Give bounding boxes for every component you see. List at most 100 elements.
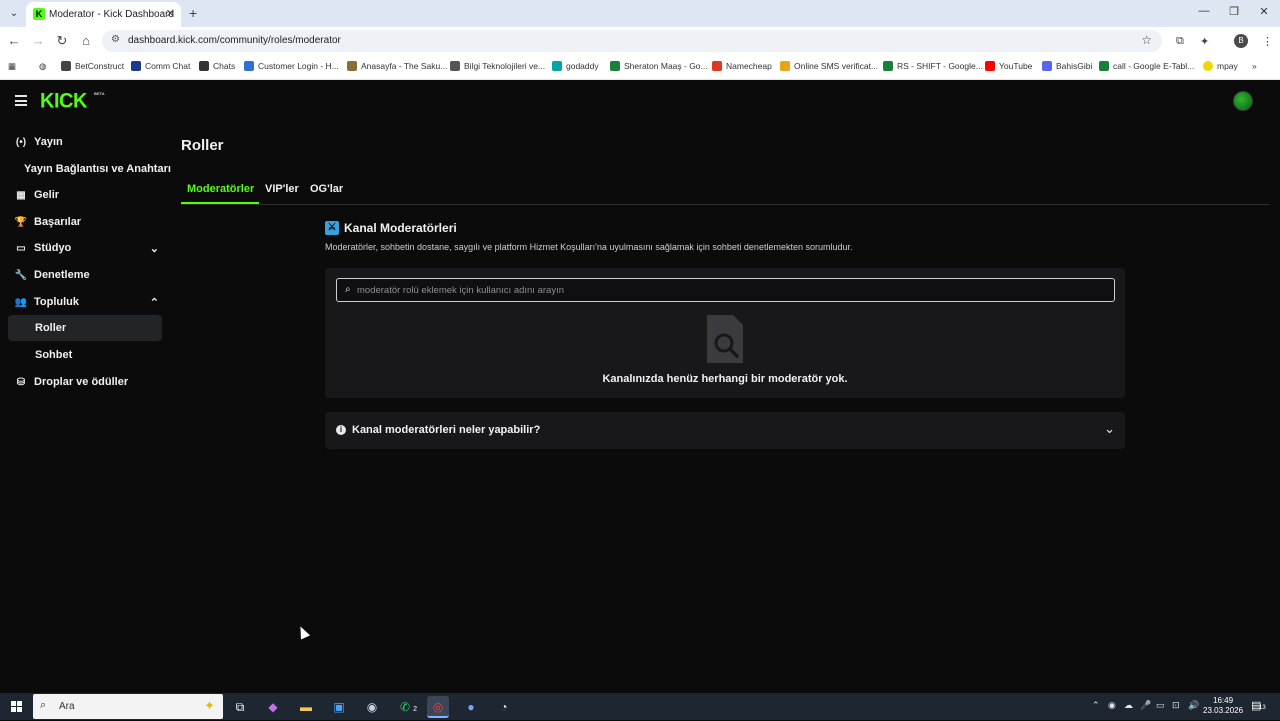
bookmark-item[interactable]: RS - SHIFT - Google...: [883, 61, 983, 71]
restore-button[interactable]: ❐: [1227, 5, 1241, 18]
sidebar-item-label: Droplar ve ödüller: [34, 376, 129, 388]
task-view-icon[interactable]: ⧉: [229, 696, 251, 718]
clock-date: 23.03.2026: [1203, 706, 1244, 715]
bookmark-item[interactable]: Chats: [199, 61, 235, 71]
search-icon: ⌕: [345, 284, 351, 295]
taskbar-clock[interactable]: 16:49 23.03.2026: [1203, 696, 1243, 716]
bookmark-item[interactable]: Comm Chat: [131, 61, 190, 71]
sidebar-item-droplar[interactable]: ⛁ Droplar ve ödüller: [8, 369, 162, 395]
bookmark-chrome-icon[interactable]: ◍: [39, 61, 46, 72]
bookmark-item[interactable]: Sheraton Maaş - Go...: [610, 61, 708, 71]
moderator-search-field[interactable]: ⌕: [336, 278, 1115, 302]
chevron-down-icon[interactable]: ⌄: [1104, 421, 1115, 437]
sidebar-item-label: Yayın: [34, 136, 63, 148]
whatsapp-icon[interactable]: ✆ 2: [394, 696, 417, 718]
bookmark-item[interactable]: Customer Login - H...: [244, 61, 339, 71]
tab-moderators[interactable]: Moderatörler: [187, 183, 254, 195]
section-title: Kanal Moderatörleri: [344, 221, 457, 235]
empty-search-document-icon: [707, 315, 743, 363]
reload-icon[interactable]: ↻: [54, 33, 70, 49]
onedrive-icon[interactable]: ☁: [1124, 700, 1133, 711]
chevron-down-icon[interactable]: ⌄: [150, 242, 159, 255]
sidebar-item-stream-key[interactable]: Yayın Bağlantısı ve Anahtarı: [0, 156, 172, 182]
copilot-icon[interactable]: ◆: [262, 696, 284, 718]
tab-search-chevron-icon[interactable]: ⌄: [5, 5, 23, 23]
display-icon[interactable]: ▭: [1156, 700, 1165, 711]
extensions-icon[interactable]: ✦: [1200, 35, 1209, 48]
store-icon[interactable]: ▣: [328, 696, 350, 718]
back-icon[interactable]: ←: [6, 33, 22, 48]
browser-tab[interactable]: K Moderator - Kick Dashboard ✕: [26, 2, 181, 27]
network-icon[interactable]: ⊡: [1172, 700, 1180, 711]
omnibox[interactable]: ⚙ dashboard.kick.com/community/roles/mod…: [102, 30, 1162, 52]
tab-close-icon[interactable]: ✕: [166, 7, 175, 20]
sidebar-item-topluluk[interactable]: 👥 Topluluk ⌃: [8, 289, 162, 315]
hamburger-menu-icon[interactable]: [15, 95, 27, 109]
minimize-button[interactable]: —: [1197, 5, 1211, 17]
section-header: ⚔ Kanal Moderatörleri: [325, 221, 457, 235]
faq-title: Kanal moderatörleri neler yapabilir?: [352, 424, 541, 436]
apps-grid-icon[interactable]: ▦: [8, 61, 16, 72]
moderator-sword-icon: ⚔: [325, 221, 339, 235]
translate-icon[interactable]: ⧉: [1176, 35, 1184, 48]
windows-taskbar: ⌕ Ara ✦ ⧉ ◆ ▬ ▣ ◉ ✆ 2 ◎ ● ◔ ⌃ ◉ ☁ 🎤 ▭ ⊡ 🔊…: [0, 693, 1280, 720]
kick-logo[interactable]: KICK: [40, 89, 87, 113]
moderator-faq-accordion[interactable]: i Kanal moderatörleri neler yapabilir? ⌄: [325, 412, 1125, 449]
bookmark-item[interactable]: Namecheap: [712, 61, 772, 71]
new-tab-button[interactable]: +: [189, 5, 197, 21]
bookmark-item[interactable]: call - Google E-Tabl...: [1099, 61, 1194, 71]
sidebar-item-yayin[interactable]: (•) Yayın: [8, 129, 162, 155]
close-window-button[interactable]: ✕: [1257, 5, 1271, 18]
more-bookmarks-icon[interactable]: »: [1252, 61, 1257, 71]
bookmark-item[interactable]: YouTube: [985, 61, 1032, 71]
taskbar-search-label: Ara: [59, 701, 75, 712]
sidebar-item-basarilar[interactable]: 🏆 Başarılar: [8, 209, 162, 235]
bookmark-item[interactable]: BahisGibi: [1042, 61, 1092, 71]
user-avatar[interactable]: [1233, 91, 1253, 111]
taskbar-search[interactable]: ⌕ Ara ✦: [33, 694, 223, 719]
bookmark-item[interactable]: mpay: [1203, 61, 1238, 71]
sidebar-item-gelir[interactable]: ▦ Gelir: [8, 182, 162, 208]
chrome-profile-icon[interactable]: ◔: [493, 696, 515, 718]
info-icon: i: [336, 425, 346, 435]
forward-icon[interactable]: →: [30, 33, 46, 48]
sidebar-item-label: Yayın Bağlantısı ve Anahtarı: [24, 163, 171, 175]
notification-count: 13: [1259, 705, 1266, 711]
bookmark-item[interactable]: Anasayfa - The Saku...: [347, 61, 447, 71]
chevron-up-icon[interactable]: ⌃: [150, 296, 159, 309]
steam-icon[interactable]: ◉: [361, 696, 383, 718]
sidebar-item-studyo[interactable]: ▭ Stüdyo ⌄: [8, 235, 162, 261]
tab-ogs[interactable]: OG'lar: [310, 183, 343, 195]
section-description: Moderatörler, sohbetin dostane, saygılı …: [325, 242, 853, 252]
notification-center-icon[interactable]: ▤ 13: [1251, 699, 1266, 712]
kick-dashboard: KICK BETA (•) Yayın Yayın Bağlantısı ve …: [0, 81, 1280, 693]
tab-vips[interactable]: VIP'ler: [265, 183, 299, 195]
menu-icon[interactable]: ⋮: [1262, 35, 1273, 48]
sidebar-item-denetleme[interactable]: 🔧 Denetleme: [8, 262, 162, 288]
windows-start-icon[interactable]: [11, 701, 22, 712]
wrench-icon: 🔧: [14, 269, 28, 281]
moderator-search-input[interactable]: [357, 282, 1097, 298]
sidebar-item-roller[interactable]: Roller: [8, 315, 162, 341]
volume-icon[interactable]: 🔊: [1188, 700, 1199, 711]
address-bar-row: ← → ↻ ⌂ ⚙ dashboard.kick.com/community/r…: [0, 27, 1280, 55]
tray-chevron-up-icon[interactable]: ⌃: [1092, 700, 1100, 711]
microphone-icon[interactable]: 🎤: [1140, 700, 1151, 711]
site-info-icon[interactable]: ⚙: [111, 34, 120, 45]
bookmark-item[interactable]: godaddy: [552, 61, 599, 71]
chrome-icon[interactable]: ◎: [427, 696, 449, 718]
home-icon[interactable]: ⌂: [78, 33, 94, 48]
sidebar-item-label: Topluluk: [34, 296, 80, 308]
sidebar-item-sohbet[interactable]: Sohbet: [8, 342, 162, 368]
bookmark-item[interactable]: BetConstruct: [61, 61, 124, 71]
profile-avatar[interactable]: B: [1234, 34, 1248, 48]
url-text[interactable]: dashboard.kick.com/community/roles/moder…: [128, 35, 341, 46]
bookmark-star-icon[interactable]: ☆: [1141, 33, 1152, 47]
bookmark-item[interactable]: Online SMS verificat...: [780, 61, 878, 71]
browser-app-icon[interactable]: ●: [460, 696, 482, 718]
tray-obs-icon[interactable]: ◉: [1108, 700, 1116, 711]
bookmark-item[interactable]: Bilgi Teknolojileri ve...: [450, 61, 545, 71]
file-explorer-icon[interactable]: ▬: [295, 696, 317, 718]
copilot-sparkle-icon: ✦: [204, 698, 215, 713]
bookmarks-bar: ▦ ◍ BetConstruct Comm Chat Chats Custome…: [0, 55, 1280, 80]
